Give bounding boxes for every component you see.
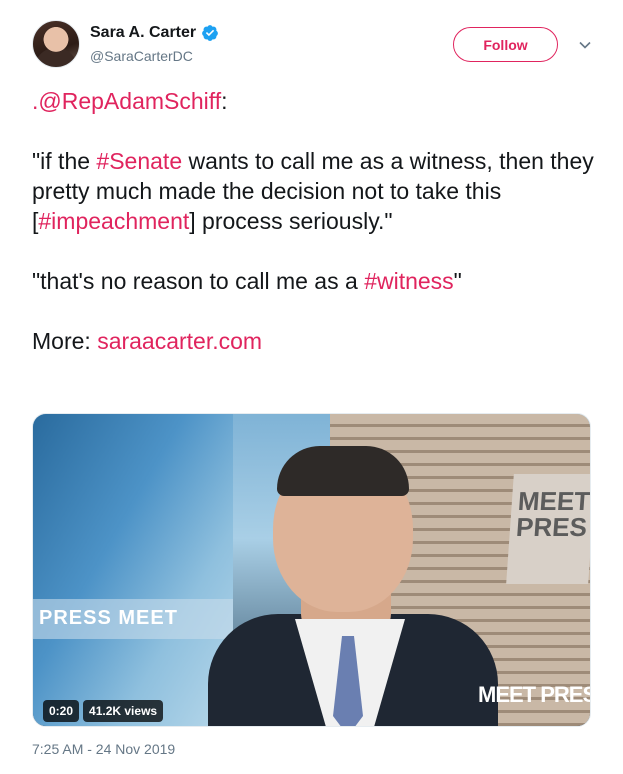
wall-logo-line1: MEET: [516, 486, 591, 516]
wall-logo: MEET PRES: [506, 474, 591, 584]
quote1-part-c: ] process seriously.": [189, 208, 393, 234]
follow-button[interactable]: Follow: [453, 27, 558, 62]
external-link[interactable]: saraacarter.com: [97, 328, 262, 354]
hashtag-impeachment[interactable]: #impeachment: [38, 208, 189, 234]
quote2-part-a: "that's no reason to call me as a: [32, 268, 365, 294]
wall-logo-line2: PRES: [515, 512, 589, 542]
chevron-down-icon[interactable]: [578, 38, 592, 52]
tweet-more-line: More: saraacarter.com: [32, 326, 597, 356]
person-hair: [277, 446, 409, 496]
user-handle[interactable]: @SaraCarterDC: [90, 48, 193, 64]
quote1-part-a: "if the: [32, 148, 97, 174]
hashtag-witness[interactable]: #witness: [364, 268, 453, 294]
tweet-quote-1: "if the #Senate wants to call me as a wi…: [32, 146, 597, 236]
video-duration: 0:20: [43, 700, 80, 722]
mention-suffix: :: [221, 88, 228, 114]
studio-backdrop-left: [33, 414, 233, 726]
tweet-line-mention: .@RepAdamSchiff:: [32, 86, 597, 116]
tweet-timestamp[interactable]: 7:25 AM - 24 Nov 2019: [32, 741, 175, 757]
more-label: More:: [32, 328, 98, 354]
quote2-part-b: ": [453, 268, 462, 294]
studio-sign: PRESS MEET: [33, 599, 233, 639]
display-name[interactable]: Sara A. Carter: [90, 24, 196, 42]
mention-link[interactable]: .@RepAdamSchiff: [32, 88, 221, 114]
video-badges: 0:20 41.2K views: [43, 700, 164, 722]
video-views: 41.2K views: [83, 700, 164, 722]
hashtag-senate[interactable]: #Senate: [96, 148, 182, 174]
user-name-row: Sara A. Carter: [90, 24, 219, 42]
show-logo: MEET PRESS: [478, 682, 590, 707]
video-player[interactable]: PRESS MEET MEET PRES MEET PRESS 0:20 41.…: [32, 413, 591, 727]
tweet-text: .@RepAdamSchiff: "if the #Senate wants t…: [32, 86, 597, 356]
tweet-quote-2: "that's no reason to call me as a #witne…: [32, 266, 597, 296]
avatar[interactable]: [32, 20, 80, 68]
verified-badge-icon: [202, 25, 218, 41]
